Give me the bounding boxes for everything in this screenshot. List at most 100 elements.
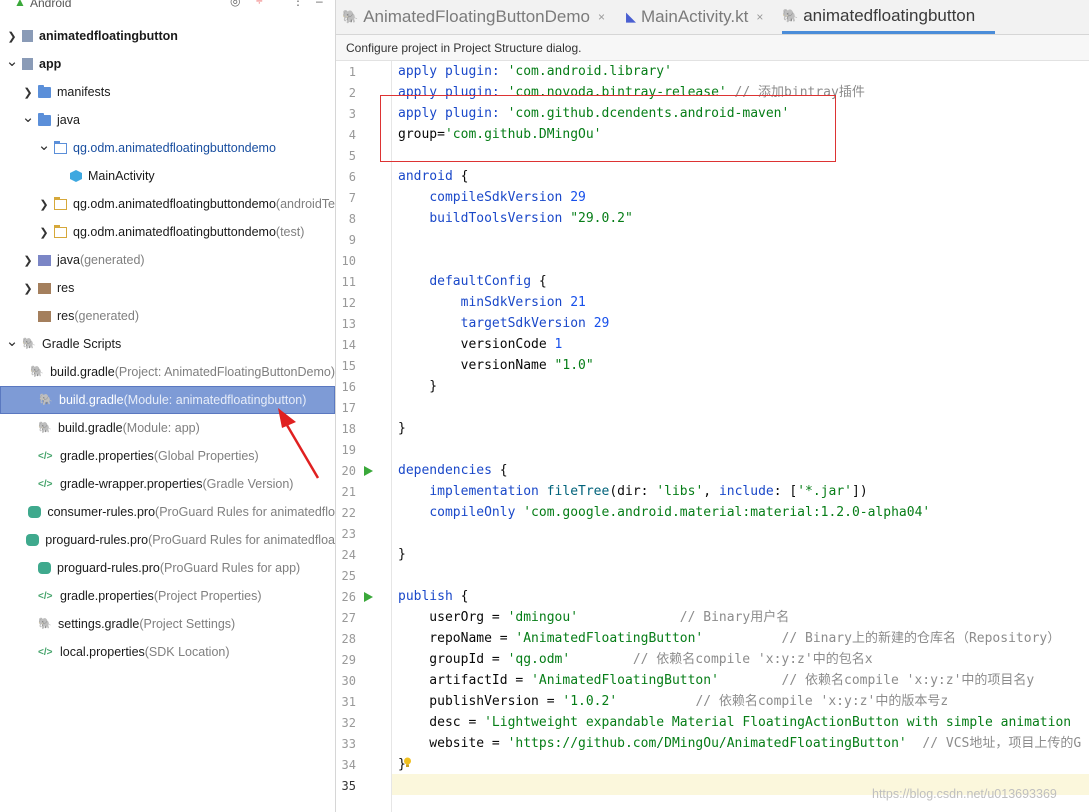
editor-tab[interactable]: 🐘 AnimatedFloatingButtonDemo ×: [342, 0, 605, 34]
collapse-icon[interactable]: ÷: [256, 0, 263, 8]
line-number: 22: [341, 506, 356, 520]
settings-icon[interactable]: ⋮: [292, 0, 304, 8]
code-token: dependencies: [398, 463, 492, 478]
code-token: // VCS地址，项目上传的G: [906, 736, 1082, 751]
code-line: compileOnly 'com.google.android.material…: [398, 502, 930, 523]
tree-item[interactable]: </> local.properties (SDK Location): [0, 638, 335, 666]
tree-item[interactable]: ❯ res: [0, 274, 335, 302]
tree-item[interactable]: ⌄ 🐘 Gradle Scripts: [0, 330, 335, 358]
project-view-title[interactable]: Android: [30, 0, 71, 10]
code-token: ]): [852, 484, 868, 499]
editor-tab[interactable]: ◣ MainActivity.kt ×: [626, 0, 763, 34]
line-number: 17: [341, 401, 356, 415]
tree-item[interactable]: ⌄ qg.odm.animatedfloatingbuttondemo: [0, 134, 335, 162]
close-icon[interactable]: ×: [598, 10, 605, 24]
tree-item-detail: (Module: app): [122, 421, 200, 435]
line-number: 2: [348, 86, 356, 100]
properties-icon: </>: [38, 646, 53, 658]
tree-item[interactable]: ❯ manifests: [0, 78, 335, 106]
folder-icon: [38, 112, 51, 126]
close-icon[interactable]: ×: [756, 10, 763, 24]
tree-item[interactable]: ❯ qg.odm.animatedfloatingbuttondemo (andr…: [0, 190, 335, 218]
code-token: desc =: [398, 715, 485, 730]
collapsed-arrow-icon[interactable]: ❯: [6, 30, 18, 43]
collapsed-arrow-icon[interactable]: ❯: [38, 226, 50, 239]
tree-item-label: gradle-wrapper.properties: [60, 477, 203, 491]
code-token: targetSdkVersion: [460, 316, 594, 331]
code-token: // 依赖名compile 'x:y:z'中的项目名y: [718, 673, 1035, 688]
code-line: dependencies {: [398, 460, 508, 481]
code-line: }: [398, 544, 406, 565]
expanded-arrow-icon[interactable]: ⌄: [6, 52, 19, 70]
tree-item[interactable]: 🐘 settings.gradle (Project Settings): [0, 610, 335, 638]
tree-item-label: res: [57, 281, 75, 295]
watermark: https://blog.csdn.net/u013693369: [872, 787, 1057, 801]
tree-item-detail: (Project Properties): [153, 589, 262, 603]
run-gutter-icon[interactable]: [364, 592, 373, 602]
collapsed-arrow-icon[interactable]: ❯: [22, 254, 34, 267]
line-number: 6: [348, 170, 356, 184]
expanded-arrow-icon[interactable]: ⌄: [6, 332, 19, 350]
code-token: artifactId =: [398, 673, 532, 688]
code-line: implementation fileTree(dir: 'libs', inc…: [398, 481, 868, 502]
tree-item[interactable]: ⌄ java: [0, 106, 335, 134]
expanded-arrow-icon[interactable]: ⌄: [38, 136, 51, 154]
editor-tab[interactable]: 🐘 animatedfloatingbutton: [782, 0, 996, 34]
tree-item-label: build.gradle: [58, 421, 123, 435]
tree-item-detail: (ProGuard Rules for animatedfloa: [148, 533, 335, 547]
line-number: 14: [341, 338, 356, 352]
class-icon: [70, 170, 82, 182]
code-line: android {: [398, 166, 468, 187]
tree-item-label: gradle.properties: [60, 589, 154, 603]
collapsed-arrow-icon[interactable]: ❯: [38, 198, 50, 211]
line-number: 32: [341, 716, 356, 730]
properties-icon: </>: [38, 478, 53, 490]
tree-item[interactable]: ❯ animatedfloatingbutton: [0, 22, 335, 50]
line-number: 25: [341, 569, 356, 583]
code-token: 'AnimatedFloatingButton': [531, 673, 719, 688]
gradle-icon: 🐘: [782, 7, 799, 23]
tree-item-label: build.gradle: [59, 393, 124, 407]
minimize-icon[interactable]: –: [316, 0, 323, 8]
code-token: // Binary上的新建的仓库名（Repository）: [703, 631, 1061, 646]
code-token: {: [452, 169, 469, 184]
tree-item[interactable]: consumer-rules.pro (ProGuard Rules for a…: [0, 498, 335, 526]
tree-item[interactable]: proguard-rules.pro (ProGuard Rules for a…: [0, 526, 335, 554]
tree-item-label: Gradle Scripts: [42, 337, 122, 351]
tree-item[interactable]: proguard-rules.pro (ProGuard Rules for a…: [0, 554, 335, 582]
gradle-icon: 🐘: [30, 365, 44, 378]
proguard-icon: [38, 562, 51, 574]
tree-item[interactable]: 🐘 build.gradle (Project: AnimatedFloating…: [0, 358, 335, 386]
code-line: minSdkVersion 21: [398, 292, 586, 313]
code-line: versionName "1.0": [398, 355, 594, 376]
collapsed-arrow-icon[interactable]: ❯: [22, 282, 34, 295]
properties-icon: </>: [38, 450, 53, 462]
expanded-arrow-icon[interactable]: ⌄: [22, 108, 35, 126]
code-token: ,: [703, 484, 719, 499]
tree-item[interactable]: ❯ java (generated): [0, 246, 335, 274]
res-folder-icon: [38, 310, 51, 322]
folder-icon: [38, 84, 51, 98]
line-number: 19: [341, 443, 356, 457]
tree-item[interactable]: </> gradle.properties (Project Properties…: [0, 582, 335, 610]
tree-item[interactable]: ⌄ app: [0, 50, 335, 78]
code-token: '1.0.2': [562, 694, 618, 709]
code-token: {: [491, 463, 508, 478]
code-editor[interactable]: apply plugin: 'com.android.library' apply…: [392, 61, 1089, 812]
target-icon[interactable]: ◎: [230, 0, 240, 8]
notification-banner[interactable]: Configure project in Project Structure d…: [336, 35, 1089, 61]
tree-item[interactable]: MainActivity: [0, 162, 335, 190]
code-token: // 依赖名compile 'x:y:z'中的包名x: [570, 652, 873, 667]
gradle-icon: 🐘: [342, 9, 359, 24]
tree-item-label: gradle.properties: [60, 449, 154, 463]
collapsed-arrow-icon[interactable]: ❯: [22, 86, 34, 99]
code-line: publishVersion = '1.0.2' // 依赖名compile '…: [398, 691, 948, 712]
tree-item[interactable]: ❯ qg.odm.animatedfloatingbuttondemo (test…: [0, 218, 335, 246]
tree-item[interactable]: res (generated): [0, 302, 335, 330]
tree-item-label: qg.odm.animatedfloatingbuttondemo: [73, 225, 276, 239]
run-gutter-icon[interactable]: [364, 466, 373, 476]
code-token: '*.jar': [797, 484, 853, 499]
lightbulb-icon[interactable]: [403, 757, 412, 768]
tree-item-label: proguard-rules.pro: [57, 561, 160, 575]
